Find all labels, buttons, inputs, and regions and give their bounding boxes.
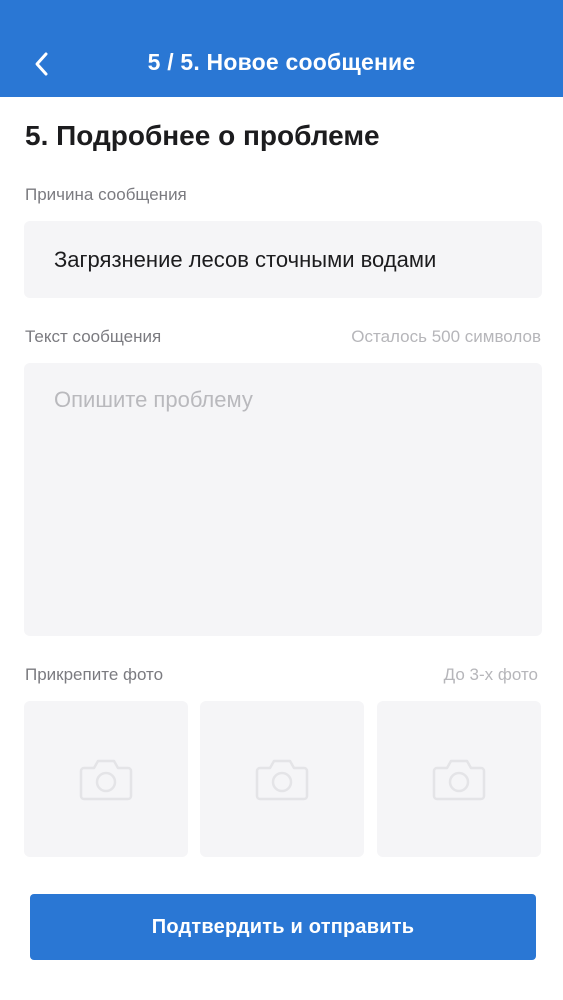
submit-button[interactable]: Подтвердить и отправить (30, 894, 536, 960)
camera-icon (432, 759, 486, 801)
photo-slot-1[interactable] (24, 701, 188, 857)
reason-select[interactable]: Загрязнение лесов сточными водами (24, 221, 542, 298)
photos-label: Прикрепите фото (25, 665, 164, 684)
message-label: Текст сообщения (25, 327, 162, 346)
reason-value: Загрязнение лесов сточными водами (54, 246, 437, 272)
photos-limit-hint: До 3-х фото (443, 665, 538, 684)
character-counter: Осталось 500 символов (351, 327, 541, 346)
camera-icon (79, 759, 133, 801)
message-textarea[interactable] (24, 363, 542, 636)
reason-label: Причина сообщения (25, 185, 187, 204)
page-title: 5 / 5. Новое сообщение (147, 49, 416, 75)
photo-slot-2[interactable] (200, 701, 364, 857)
app-bar: 5 / 5. Новое сообщение (0, 0, 563, 97)
section-title: 5. Подробнее о проблеме (25, 120, 380, 151)
photo-slot-3[interactable] (377, 701, 541, 857)
camera-icon (255, 759, 309, 801)
